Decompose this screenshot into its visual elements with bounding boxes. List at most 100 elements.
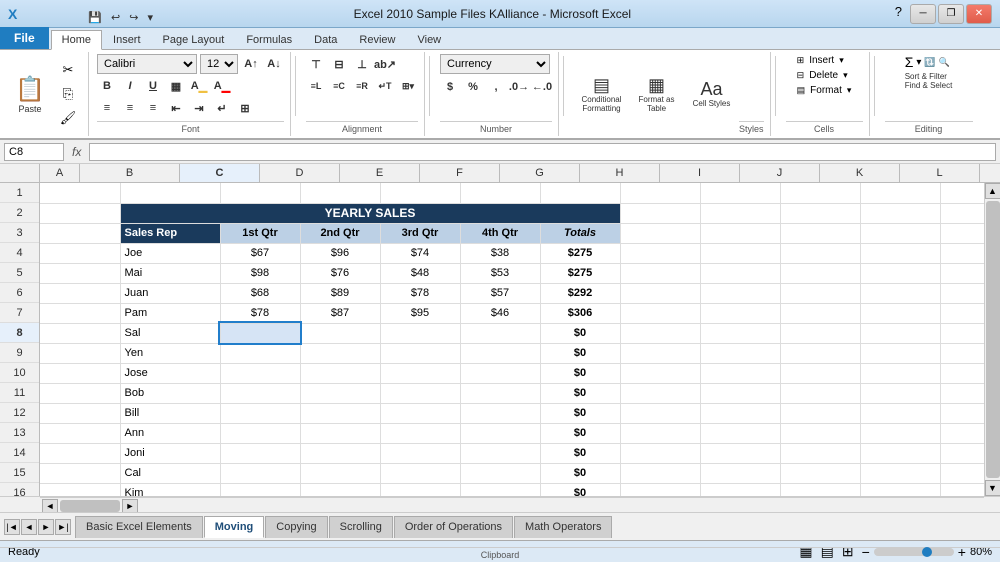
cell-c6[interactable]: $68 bbox=[220, 283, 300, 303]
cell-e8[interactable] bbox=[380, 323, 460, 343]
cell-f14[interactable] bbox=[460, 443, 540, 463]
row-header-4[interactable]: 4 bbox=[0, 243, 39, 263]
cell-d3[interactable]: 2nd Qtr bbox=[300, 223, 380, 243]
cell-f6[interactable]: $57 bbox=[460, 283, 540, 303]
middle-align-button[interactable]: ⊟ bbox=[329, 54, 349, 74]
cell-l2[interactable] bbox=[940, 203, 984, 223]
cell-a15[interactable] bbox=[40, 463, 120, 483]
bold-button[interactable]: B bbox=[97, 76, 117, 96]
cell-i3[interactable] bbox=[700, 223, 780, 243]
cell-a8[interactable] bbox=[40, 323, 120, 343]
increase-font-button[interactable]: A↑ bbox=[241, 54, 261, 74]
cell-i11[interactable] bbox=[700, 383, 780, 403]
cell-j1[interactable] bbox=[780, 183, 860, 203]
cell-k5[interactable] bbox=[860, 263, 940, 283]
cell-e12[interactable] bbox=[380, 403, 460, 423]
format-button[interactable]: Format bbox=[808, 84, 844, 97]
paste-button[interactable]: 📋 Paste bbox=[10, 69, 50, 119]
cell-i12[interactable] bbox=[700, 403, 780, 423]
cell-k2[interactable] bbox=[860, 203, 940, 223]
comma-button[interactable]: , bbox=[486, 77, 506, 97]
tab-math-operators[interactable]: Math Operators bbox=[514, 516, 612, 538]
row-header-7[interactable]: 7 bbox=[0, 303, 39, 323]
cell-g16[interactable]: $0 bbox=[540, 483, 620, 496]
top-align-button[interactable]: ⊤ bbox=[306, 54, 326, 74]
row-header-16[interactable]: 16 bbox=[0, 483, 39, 496]
horizontal-scrollbar[interactable]: ◄ ► bbox=[40, 497, 984, 512]
col-header-h[interactable]: H bbox=[580, 164, 660, 182]
cell-k11[interactable] bbox=[860, 383, 940, 403]
cell-d13[interactable] bbox=[300, 423, 380, 443]
cell-f10[interactable] bbox=[460, 363, 540, 383]
cell-h3[interactable] bbox=[620, 223, 700, 243]
cell-i13[interactable] bbox=[700, 423, 780, 443]
cell-l11[interactable] bbox=[940, 383, 984, 403]
col-header-b[interactable]: B bbox=[80, 164, 180, 182]
cell-k1[interactable] bbox=[860, 183, 940, 203]
row-header-9[interactable]: 9 bbox=[0, 343, 39, 363]
cell-g11[interactable]: $0 bbox=[540, 383, 620, 403]
col-header-f[interactable]: F bbox=[420, 164, 500, 182]
cell-d14[interactable] bbox=[300, 443, 380, 463]
font-name-select[interactable]: Calibri bbox=[97, 54, 197, 74]
cell-a16[interactable] bbox=[40, 483, 120, 496]
format-as-table-button[interactable]: ▦ Format as Table bbox=[629, 69, 684, 119]
cell-k8[interactable] bbox=[860, 323, 940, 343]
cell-c4[interactable]: $67 bbox=[220, 243, 300, 263]
cell-e7[interactable]: $95 bbox=[380, 303, 460, 323]
cell-h10[interactable] bbox=[620, 363, 700, 383]
col-header-j[interactable]: J bbox=[740, 164, 820, 182]
row-header-15[interactable]: 15 bbox=[0, 463, 39, 483]
cell-c9[interactable] bbox=[220, 343, 300, 363]
fill-color-button[interactable]: A▁ bbox=[189, 76, 209, 96]
cell-a14[interactable] bbox=[40, 443, 120, 463]
cell-b8[interactable]: Sal bbox=[120, 323, 220, 343]
cell-a3[interactable] bbox=[40, 223, 120, 243]
accounting-button[interactable]: $ bbox=[440, 77, 460, 97]
cell-f3[interactable]: 4th Qtr bbox=[460, 223, 540, 243]
cell-b4[interactable]: Joe bbox=[120, 243, 220, 263]
cell-d10[interactable] bbox=[300, 363, 380, 383]
copy-button[interactable]: ⎘ bbox=[54, 83, 82, 105]
cell-i1[interactable] bbox=[700, 183, 780, 203]
tab-first-button[interactable]: |◄ bbox=[4, 519, 20, 535]
cell-d7[interactable]: $87 bbox=[300, 303, 380, 323]
align-left2-button[interactable]: ≡L bbox=[306, 76, 326, 96]
cell-c16[interactable] bbox=[220, 483, 300, 496]
cell-e1[interactable] bbox=[380, 183, 460, 203]
tab-data[interactable]: Data bbox=[303, 29, 348, 49]
cell-i9[interactable] bbox=[700, 343, 780, 363]
cell-g15[interactable]: $0 bbox=[540, 463, 620, 483]
cell-h15[interactable] bbox=[620, 463, 700, 483]
cell-g7[interactable]: $306 bbox=[540, 303, 620, 323]
col-header-i[interactable]: I bbox=[660, 164, 740, 182]
delete-button[interactable]: Delete bbox=[807, 69, 840, 82]
cell-d9[interactable] bbox=[300, 343, 380, 363]
cell-f15[interactable] bbox=[460, 463, 540, 483]
align-right-button[interactable]: ≡ bbox=[143, 98, 163, 118]
col-header-l[interactable]: L bbox=[900, 164, 980, 182]
cell-f12[interactable] bbox=[460, 403, 540, 423]
tab-home[interactable]: Home bbox=[51, 30, 102, 50]
customize-qa-button[interactable]: ▾ bbox=[144, 10, 156, 25]
tab-scrolling[interactable]: Scrolling bbox=[329, 516, 393, 538]
cell-i14[interactable] bbox=[700, 443, 780, 463]
cell-l14[interactable] bbox=[940, 443, 984, 463]
cell-h11[interactable] bbox=[620, 383, 700, 403]
scroll-down-button[interactable]: ▼ bbox=[985, 480, 1000, 496]
tab-next-button[interactable]: ► bbox=[38, 519, 54, 535]
col-header-a[interactable]: A bbox=[40, 164, 80, 182]
tab-order-operations[interactable]: Order of Operations bbox=[394, 516, 513, 538]
tab-view[interactable]: View bbox=[406, 29, 452, 49]
cell-k13[interactable] bbox=[860, 423, 940, 443]
delete-dropdown[interactable]: ▾ bbox=[843, 70, 848, 81]
save-qa-button[interactable]: 💾 bbox=[85, 10, 105, 25]
cell-d11[interactable] bbox=[300, 383, 380, 403]
cell-c10[interactable] bbox=[220, 363, 300, 383]
undo-qa-button[interactable]: ↩ bbox=[108, 10, 123, 25]
cell-a12[interactable] bbox=[40, 403, 120, 423]
cell-f8[interactable] bbox=[460, 323, 540, 343]
cell-g1[interactable] bbox=[540, 183, 620, 203]
indent-increase-button[interactable]: ⇥ bbox=[189, 98, 209, 118]
cell-d8[interactable] bbox=[300, 323, 380, 343]
